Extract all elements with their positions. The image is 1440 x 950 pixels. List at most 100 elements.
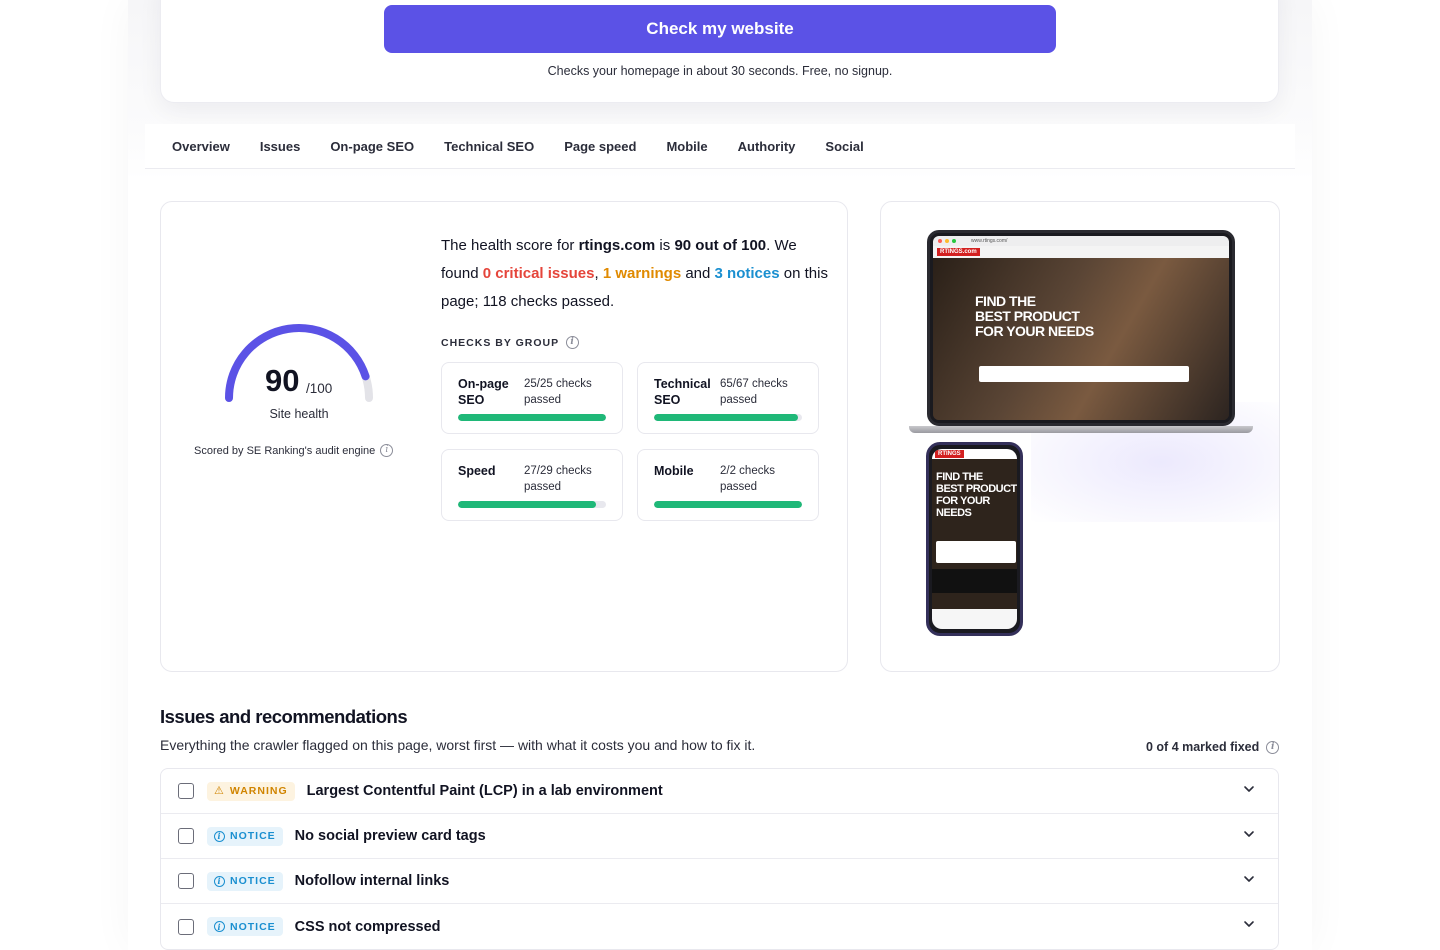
summary-domain: rtings.com [578, 237, 656, 254]
info-circle-icon: i [214, 875, 225, 887]
mark-fixed-checkbox[interactable] [178, 783, 194, 799]
health-score-card: 90 /100 Site health Scored by SE Ranking… [160, 201, 848, 672]
issue-title: Nofollow internal links [294, 873, 450, 889]
site-headline: FIND THE BEST PRODUCT FOR YOUR NEEDS [975, 294, 1094, 339]
group-progress-bar [458, 414, 606, 421]
issue-title: No social preview card tags [294, 828, 486, 844]
headline-line: FOR YOUR NEEDS [975, 323, 1094, 339]
check-website-button[interactable]: Check my website [384, 5, 1056, 53]
info-icon[interactable]: i [1266, 740, 1280, 754]
issue-row[interactable]: i NOTICE CSS not compressed [161, 904, 1278, 949]
health-score-max: /100 [306, 381, 333, 396]
group-progress-bar [654, 501, 802, 508]
phone-search-bar [936, 541, 1016, 563]
issues-section-title: Issues and recommendations [160, 706, 408, 727]
site-search-bar [979, 366, 1189, 382]
phone-footer [932, 609, 1017, 629]
mark-fixed-checkbox[interactable] [178, 828, 194, 844]
tab-social[interactable]: Social [825, 139, 863, 154]
tab-technical-seo[interactable]: Technical SEO [444, 139, 534, 154]
phone-screenshot: RTINGS FIND THE BEST PRODUCT FOR YOUR NE… [932, 449, 1017, 629]
group-progress-fill [458, 501, 596, 508]
phone-headline: FIND THE BEST PRODUCT FOR YOUR NEEDS [936, 471, 1017, 519]
group-card-technical-seo[interactable]: Technical SEO 65/67 checks passed [637, 362, 819, 434]
window-dot-icon [938, 239, 942, 243]
info-icon[interactable]: i [566, 336, 580, 349]
tab-authority[interactable]: Authority [738, 139, 796, 154]
group-progress-bar [458, 501, 606, 508]
group-card-speed[interactable]: Speed 27/29 checks passed [441, 449, 623, 521]
chevron-down-icon[interactable] [1242, 872, 1258, 888]
issue-row[interactable]: ⚠ WARNING Largest Contentful Paint (LCP) … [161, 769, 1278, 814]
tab-on-page-seo[interactable]: On-page SEO [330, 139, 414, 154]
group-name: Speed [458, 464, 496, 478]
window-dot-icon [945, 239, 949, 243]
health-summary: The health score for rtings.com is 90 ou… [441, 232, 831, 316]
summary-text: , [594, 265, 603, 282]
issue-title: Largest Contentful Paint (LCP) in a lab … [306, 783, 663, 799]
headline-line: BEST PRODUCT [975, 308, 1080, 324]
tab-overview[interactable]: Overview [172, 139, 230, 154]
fixed-count-text: 0 of 4 marked fixed [1146, 740, 1260, 754]
checks-by-group-label: CHECKS BY GROUP [441, 336, 560, 349]
severity-label: NOTICE [230, 830, 276, 842]
checks-by-group-title: CHECKS BY GROUP i [441, 336, 580, 349]
group-card-mobile[interactable]: Mobile 2/2 checks passed [637, 449, 819, 521]
info-circle-icon: i [214, 921, 225, 932]
headline-line: FIND THE [975, 293, 1036, 309]
tab-issues[interactable]: Issues [260, 139, 300, 154]
summary-text: is [655, 237, 675, 254]
issue-row[interactable]: i NOTICE Nofollow internal links [161, 859, 1278, 904]
summary-critical-count[interactable]: 0 critical issues [483, 265, 595, 282]
info-icon[interactable]: i [380, 444, 394, 457]
headline-line: FOR YOUR NEEDS [936, 495, 990, 519]
group-progress-fill [654, 501, 802, 508]
severity-badge: i NOTICE [207, 917, 283, 936]
health-score-label: Site health [269, 407, 329, 421]
phone-stats-strip [932, 569, 1017, 593]
fixed-count: 0 of 4 marked fixed i [1146, 740, 1280, 754]
group-stat: 65/67 checks passed [720, 378, 788, 406]
scored-by-text: Scored by SE Ranking's audit engine [194, 444, 376, 457]
group-name: Technical SEO [654, 377, 711, 407]
issue-row[interactable]: i NOTICE No social preview card tags [161, 814, 1278, 859]
group-card-on-page-seo[interactable]: On-page SEO 25/25 checks passed [441, 362, 623, 434]
issues-section-subtitle: Everything the crawler flagged on this p… [160, 737, 756, 753]
browser-url: www.rtings.com/ [971, 238, 1008, 244]
group-stat: 27/29 checks passed [524, 465, 592, 493]
device-preview-card: www.rtings.com/ RTINGS.com FIND THE BEST… [880, 201, 1280, 672]
chevron-down-icon[interactable] [1242, 917, 1258, 933]
summary-score: 90 out of 100 [674, 237, 767, 254]
warning-triangle-icon: ⚠ [214, 784, 225, 797]
severity-badge: ⚠ WARNING [207, 781, 295, 801]
group-stat: 2/2 checks passed [720, 465, 775, 493]
laptop-preview: www.rtings.com/ RTINGS.com FIND THE BEST… [927, 230, 1235, 426]
summary-notice-count[interactable]: 3 notices [715, 265, 780, 282]
info-circle-icon: i [214, 830, 225, 842]
window-dot-icon [952, 239, 956, 243]
group-progress-fill [654, 414, 798, 421]
phone-site-logo: RTINGS [935, 450, 964, 458]
phone-preview: RTINGS FIND THE BEST PRODUCT FOR YOUR NE… [926, 442, 1023, 636]
group-stat: 25/25 checks passed [524, 378, 592, 406]
summary-text: and [681, 265, 715, 282]
chevron-down-icon[interactable] [1242, 827, 1258, 843]
severity-badge: i NOTICE [207, 871, 283, 891]
tab-mobile[interactable]: Mobile [666, 139, 707, 154]
laptop-base [909, 426, 1253, 433]
group-name: On-page SEO [458, 377, 509, 407]
site-logo: RTINGS.com [937, 248, 980, 256]
cta-note: Checks your homepage in about 30 seconds… [547, 64, 893, 78]
severity-label: NOTICE [230, 875, 276, 887]
headline-line: FIND THE [936, 471, 983, 483]
group-progress-fill [458, 414, 606, 421]
section-tabs: Overview Issues On-page SEO Technical SE… [145, 124, 1295, 169]
chevron-down-icon[interactable] [1242, 782, 1258, 798]
mark-fixed-checkbox[interactable] [178, 918, 194, 935]
group-progress-bar [654, 414, 802, 421]
summary-warning-count[interactable]: 1 warnings [603, 265, 681, 282]
health-score-value: 90 [265, 363, 300, 398]
site-nav: RTINGS.com [933, 246, 1229, 258]
tab-page-speed[interactable]: Page speed [564, 139, 636, 154]
mark-fixed-checkbox[interactable] [178, 873, 194, 889]
